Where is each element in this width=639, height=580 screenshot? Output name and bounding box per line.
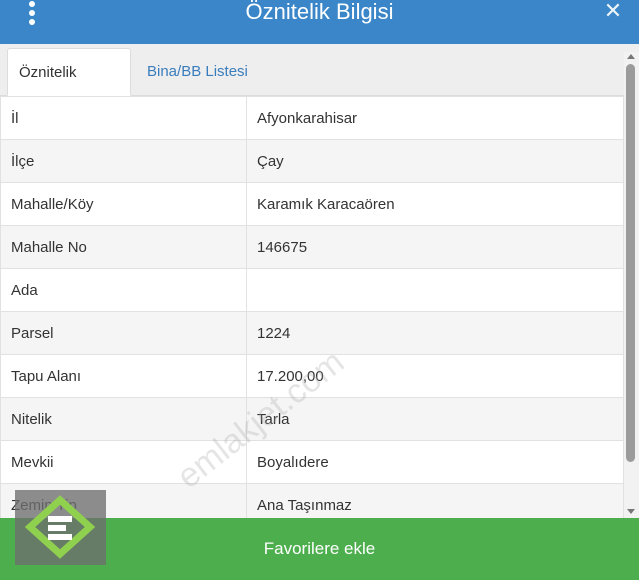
attribute-key: Mevkii — [0, 440, 247, 484]
attribute-key: Mahalle No — [0, 225, 247, 269]
tab-bar: Öznitelik Bilgisi Bina/BB Listesi — [0, 44, 639, 129]
vertical-scrollbar[interactable] — [624, 52, 639, 518]
attribute-value: Tarla — [246, 397, 624, 441]
table-row: Mahalle/Köy Karamık Karacaören — [0, 182, 624, 226]
close-icon[interactable]: ✕ — [603, 0, 623, 24]
header-bar: Öznitelik Bilgisi ✕ — [0, 0, 639, 44]
page-title: Öznitelik Bilgisi — [245, 0, 394, 24]
attribute-key: Nitelik — [0, 397, 247, 441]
attribute-value — [246, 268, 624, 312]
table-row: Mahalle No 146675 — [0, 225, 624, 269]
attribute-value: Karamık Karacaören — [246, 182, 624, 226]
tab-oznitelik-bilgisi[interactable]: Öznitelik Bilgisi — [7, 48, 131, 129]
tab-bina-bb-listesi[interactable]: Bina/BB Listesi — [136, 48, 259, 96]
table-row: Tapu Alanı 17.200,00 — [0, 354, 624, 398]
attribute-value: 146675 — [246, 225, 624, 269]
attribute-key: Tapu Alanı — [0, 354, 247, 398]
attribute-value: Boyalıdere — [246, 440, 624, 484]
table-row: Nitelik Tarla — [0, 397, 624, 441]
attribute-value: Afyonkarahisar — [246, 96, 624, 140]
attribute-table: İl Afyonkarahisar İlçe Çay Mahalle/Köy Kara… — [0, 96, 624, 518]
emlakjet-logo — [15, 490, 106, 565]
table-row: İlçe Çay — [0, 139, 624, 183]
attribute-key: Ada — [0, 268, 247, 312]
attribute-key: İl — [0, 96, 247, 140]
attribute-value: Çay — [246, 139, 624, 183]
table-row: İl Afyonkarahisar — [0, 96, 624, 140]
scroll-up-arrow-icon[interactable] — [627, 54, 635, 59]
table-row: Mevkii Boyalıdere — [0, 440, 624, 484]
attribute-key: İlçe — [0, 139, 247, 183]
attribute-value: 1224 — [246, 311, 624, 355]
table-row: Ada — [0, 268, 624, 312]
attribute-value: Ana Taşınmaz — [246, 483, 624, 518]
scrollbar-thumb[interactable] — [626, 64, 635, 462]
scroll-down-arrow-icon[interactable] — [627, 509, 635, 514]
table-row: Parsel 1224 — [0, 311, 624, 355]
attribute-key: Mahalle/Köy — [0, 182, 247, 226]
attribute-key: Parsel — [0, 311, 247, 355]
attribute-table-container: İl Afyonkarahisar İlçe Çay Mahalle/Köy Kara… — [0, 96, 624, 518]
attribute-value: 17.200,00 — [246, 354, 624, 398]
